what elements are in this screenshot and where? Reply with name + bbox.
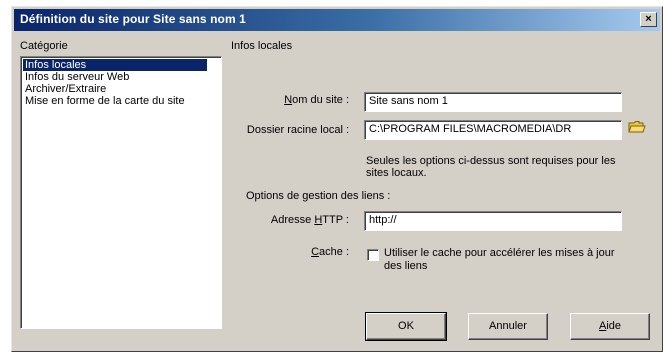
category-list[interactable]: Infos locales Infos du serveur Web Archi…	[20, 56, 222, 329]
folder-icon[interactable]	[628, 120, 646, 134]
http-address-label: Adresse HTTP :	[270, 214, 349, 226]
site-name-field[interactable]: Site sans nom 1	[364, 92, 622, 112]
window-title: Définition du site pour Site sans nom 1	[20, 12, 246, 26]
local-options-note: Seules les options ci-dessus sont requis…	[366, 155, 616, 179]
ok-button[interactable]: OK	[365, 312, 447, 341]
category-item-serveur-web[interactable]: Infos du serveur Web	[23, 71, 219, 83]
cache-label: Cache :	[311, 246, 349, 258]
http-address-field[interactable]: http://	[364, 211, 622, 231]
root-folder-label: Dossier racine local :	[246, 124, 349, 136]
category-item-archiver-extraire[interactable]: Archiver/Extraire	[23, 83, 219, 95]
title-bar: Définition du site pour Site sans nom 1 …	[14, 9, 660, 31]
panel-title: Infos locales	[231, 40, 293, 52]
link-management-heading: Options de gestion des liens :	[246, 190, 391, 202]
category-item-carte-du-site[interactable]: Mise en forme de la carte du site	[23, 95, 219, 107]
cancel-button[interactable]: Annuler	[468, 313, 548, 340]
close-button[interactable]: ×	[640, 12, 657, 27]
help-button[interactable]: Aide	[570, 313, 650, 340]
category-item-infos-locales[interactable]: Infos locales	[23, 59, 207, 71]
site-name-label: Nom du site :	[284, 94, 349, 106]
category-heading: Catégorie	[20, 40, 68, 52]
cache-description: Utiliser le cache pour accélérer les mis…	[384, 247, 615, 272]
root-folder-field[interactable]: C:\PROGRAM FILES\MACROMEDIA\DR	[364, 120, 622, 140]
cache-checkbox[interactable]	[367, 249, 379, 261]
